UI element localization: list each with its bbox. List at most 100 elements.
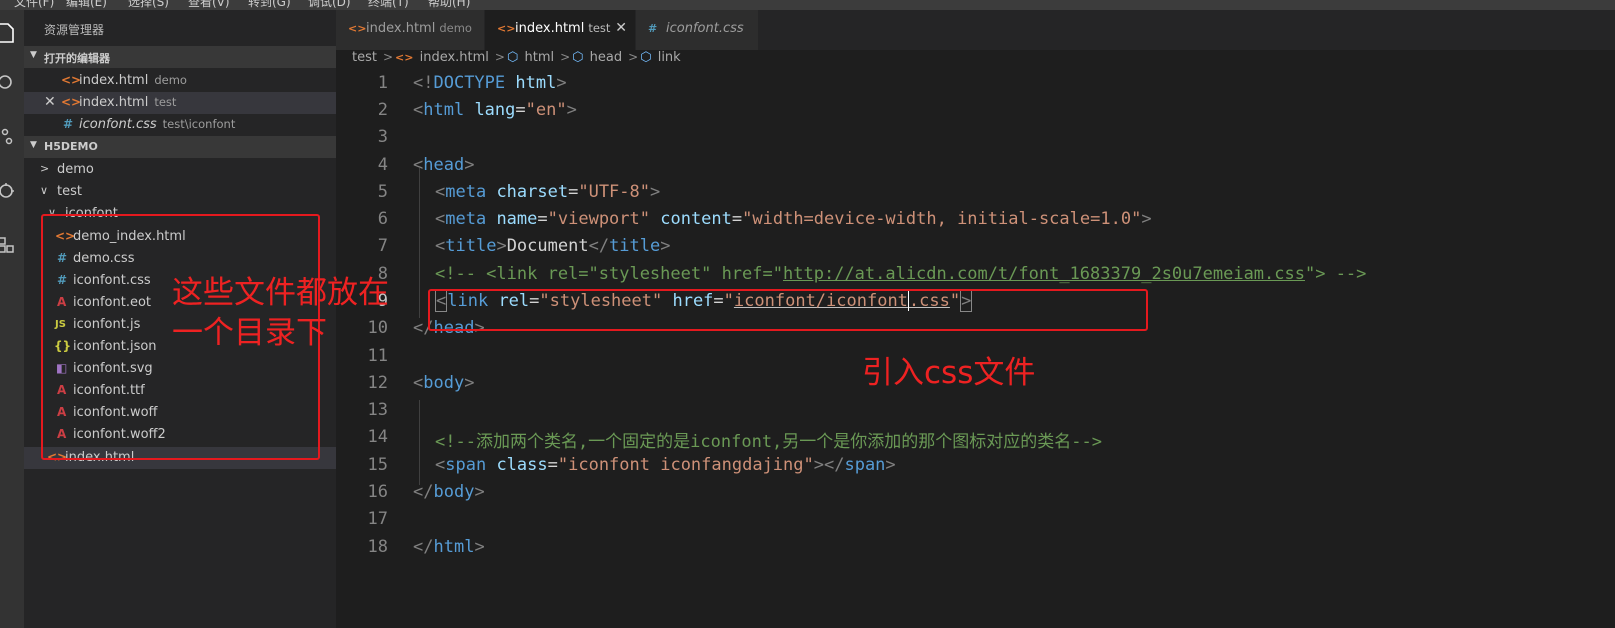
open-editor-desc: demo <box>154 73 187 87</box>
text: Document <box>506 236 589 256</box>
line-number: 14 <box>367 427 388 447</box>
element-icon: ⬡ <box>506 50 519 65</box>
attr: content <box>650 209 732 229</box>
code-line: </body> <box>413 482 485 502</box>
code-line: <head> <box>413 155 474 175</box>
tab-iconfont-css[interactable]: # iconfont.css <box>636 10 758 50</box>
bracket: > <box>1141 209 1152 229</box>
search-icon[interactable] <box>0 68 24 98</box>
close-icon[interactable]: ✕ <box>615 20 627 36</box>
source-control-icon[interactable] <box>0 122 24 152</box>
menu-view[interactable]: 查看(V) <box>188 0 230 10</box>
bracket: > <box>556 73 567 93</box>
comment: "> --> <box>1304 264 1367 284</box>
string: "viewport" <box>547 209 650 229</box>
line-number: 5 <box>377 182 388 202</box>
breadcrumb-item[interactable]: test <box>352 50 377 65</box>
code-line: <!--添加两个类名,一个固定的是iconfont,另一个是你添加的那个图标对应… <box>435 427 1102 452</box>
line-number: 12 <box>367 373 388 393</box>
menu-help[interactable]: 帮助(H) <box>428 0 470 10</box>
string: "width=device-width, initial-scale=1.0" <box>742 209 1142 229</box>
string: "en" <box>525 100 567 120</box>
chevron-right-icon: > <box>628 50 639 64</box>
open-editor-item-active[interactable]: ✕ <> index.html test <box>24 92 336 114</box>
close-icon[interactable]: ✕ <box>44 94 56 110</box>
bracket: < <box>435 182 446 202</box>
equals: = <box>731 209 743 229</box>
line-number: 13 <box>367 400 388 420</box>
open-editor-name: index.html <box>79 73 149 88</box>
breadcrumb-item[interactable]: index.html <box>420 50 489 65</box>
menu-terminal[interactable]: 终端(T) <box>368 0 409 10</box>
tag: head <box>423 155 465 175</box>
chevron-right-icon: > <box>494 50 505 64</box>
breadcrumb-item[interactable]: html <box>524 50 554 65</box>
bracket: > <box>464 155 475 175</box>
code-line: <span class="iconfont iconfangdajing"></… <box>435 455 896 475</box>
element-icon: ⬡ <box>640 50 652 65</box>
tag: html <box>423 100 465 120</box>
code-line: <html lang="en"> <box>413 100 577 120</box>
open-editors-header[interactable]: ▼ 打开的编辑器 <box>24 46 336 68</box>
css-file-icon: # <box>63 117 74 131</box>
tab-desc: demo <box>439 21 472 35</box>
bracket: <! <box>413 73 434 93</box>
folder-name: test <box>57 184 82 199</box>
debug-icon[interactable] <box>0 176 24 206</box>
breadcrumb-item[interactable]: link <box>658 50 681 65</box>
menu-go[interactable]: 转到(G) <box>248 0 291 10</box>
code-editor[interactable]: 1 2 3 4 5 6 7 8 9 10 11 12 13 14 15 16 1… <box>336 70 1615 628</box>
html-file-icon: <> <box>348 22 367 35</box>
bracket: < <box>435 455 446 475</box>
line-number: 15 <box>367 455 388 475</box>
breadcrumb-item[interactable]: head <box>590 50 622 65</box>
extensions-icon[interactable] <box>0 230 24 260</box>
line-number: 10 <box>367 318 388 338</box>
tab-index-demo[interactable]: <> index.html demo <box>336 10 484 50</box>
folder-name: demo <box>57 162 94 177</box>
project-label: H5DEMO <box>44 140 98 153</box>
bracket: > <box>474 537 485 557</box>
comment-link[interactable]: http://at.alicdn.com/t/font_1683379_2s0u… <box>783 264 1305 284</box>
code-line: <title>Document</title> <box>435 236 671 256</box>
tag: title <box>609 236 661 256</box>
editor-tabs: <> index.html demo <> index.html test ✕ # … <box>336 10 1615 50</box>
open-editor-name: index.html <box>79 95 149 110</box>
annotation-folder-note-2: 一个目录下 <box>172 315 327 351</box>
line-number: 7 <box>377 236 388 256</box>
tag: body <box>423 373 465 393</box>
bracket: </ <box>588 236 610 256</box>
open-editor-item[interactable]: # iconfont.css test\iconfont <box>24 114 336 136</box>
attr: name <box>486 209 538 229</box>
breadcrumb: test > <> index.html > ⬡ html > ⬡ head > ⬡ link <box>352 50 683 70</box>
code-line: <meta name="viewport" content="width=dev… <box>435 209 1152 229</box>
project-header[interactable]: ▼ H5DEMO <box>24 136 336 158</box>
tab-index-test[interactable]: <> index.html test ✕ <box>485 10 635 50</box>
menu-debug[interactable]: 调试(D) <box>308 0 351 10</box>
code-line: <!-- <link rel="stylesheet" href="http:/… <box>435 264 1366 284</box>
annotation-box-link <box>428 289 1148 331</box>
open-editors-label: 打开的编辑器 <box>44 52 110 65</box>
string: "iconfont iconfangdajing" <box>557 455 814 475</box>
element-icon: ⬡ <box>572 50 584 65</box>
tab-desc: test <box>588 21 611 35</box>
bracket: < <box>435 209 446 229</box>
chevron-right-icon: > <box>382 50 394 64</box>
sidebar-title: 资源管理器 <box>44 23 105 37</box>
open-editor-item[interactable]: <> index.html demo <box>24 70 336 92</box>
comment: <!--添加两个类名,一个固定的是iconfont,另一个是你添加的那个图标对应… <box>435 432 1102 452</box>
folder-test[interactable]: ∨ test <box>24 181 336 203</box>
files-icon[interactable] <box>0 18 24 48</box>
code-line: <meta charset="UTF-8"> <box>435 182 660 202</box>
tag: title <box>445 236 497 256</box>
open-editor-name: iconfont.css <box>79 117 157 132</box>
tag: html <box>433 537 475 557</box>
menu-selection[interactable]: 选择(S) <box>128 0 169 10</box>
menu-file[interactable]: 文件(F) <box>14 0 54 10</box>
line-number: 17 <box>367 509 388 529</box>
folder-demo[interactable]: > demo <box>24 159 336 181</box>
tag: span <box>445 455 487 475</box>
code-line: <body> <box>413 373 474 393</box>
menu-edit[interactable]: 编辑(E) <box>66 0 107 10</box>
equals: = <box>515 100 526 120</box>
